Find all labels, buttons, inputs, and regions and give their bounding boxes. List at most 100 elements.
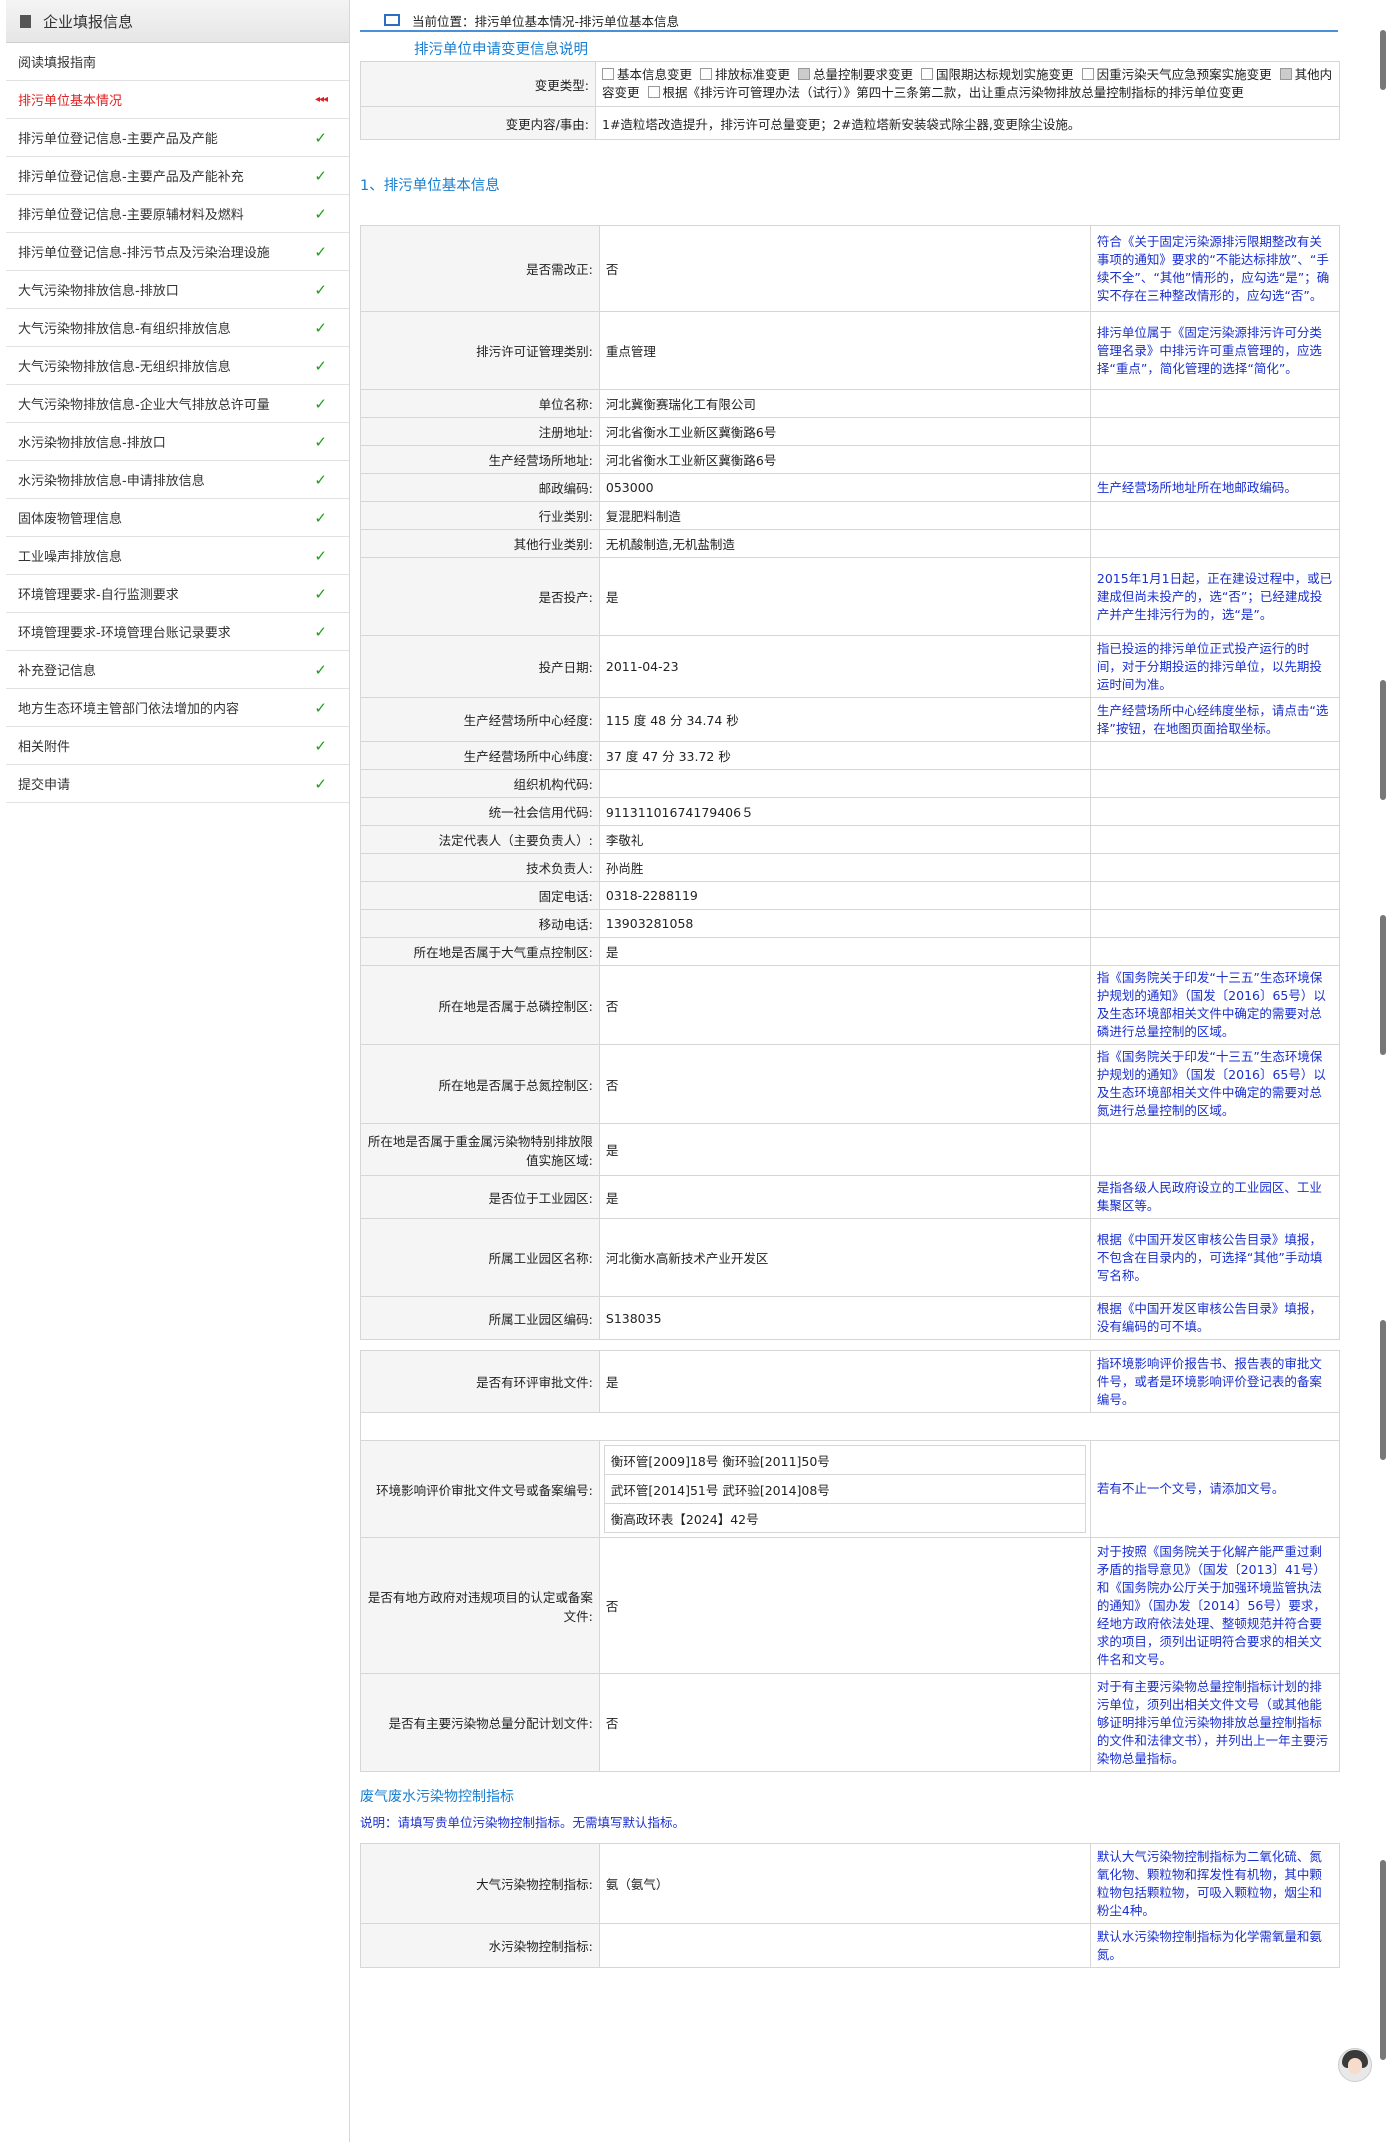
scrollbar-thumb[interactable]	[1380, 915, 1386, 1055]
air-control-value[interactable]: 氨（氨气）	[598, 1843, 1091, 1924]
scrollbar-thumb[interactable]	[1380, 680, 1386, 800]
sidebar-item[interactable]: 大气污染物排放信息-排放口 ✓	[6, 271, 349, 309]
field-value[interactable]: 是	[598, 557, 1091, 636]
field-value[interactable]: 孙尚胜	[598, 853, 1091, 882]
field-value[interactable]: 复混肥料制造	[598, 501, 1091, 530]
field-value[interactable]: 否	[598, 965, 1091, 1045]
field-value[interactable]: 2011-04-23	[598, 635, 1091, 698]
sidebar-item[interactable]: 水污染物排放信息-申请排放信息 ✓	[6, 461, 349, 499]
field-value[interactable]: 0318-2288119	[598, 881, 1091, 910]
change-type-option[interactable]: 排放标准变更	[700, 67, 790, 82]
info-row: 其他行业类别: 无机酸制造,无机盐制造	[360, 529, 1341, 558]
field-value[interactable]: 否	[598, 225, 1091, 312]
control-heading: 废气废水污染物控制指标	[360, 1789, 514, 1805]
sidebar-item[interactable]: 阅读填报指南	[6, 43, 349, 81]
change-type-option-label: 根据《排污许可管理办法（试行）》第四十三条第二款，出让重点污染物排放总量控制指标…	[662, 85, 1244, 100]
checkmark-icon: ✓	[314, 280, 327, 299]
sidebar-item[interactable]: 大气污染物排放信息-企业大气排放总许可量 ✓	[6, 385, 349, 423]
sidebar-item[interactable]: 工业噪声排放信息 ✓	[6, 537, 349, 575]
field-label: 所在地是否属于总氮控制区:	[360, 1044, 600, 1124]
checkbox[interactable]	[602, 68, 614, 80]
field-value[interactable]: S138035	[598, 1296, 1091, 1340]
info-row: 生产经营场所地址: 河北省衡水工业新区冀衡路6号	[360, 445, 1341, 474]
eia-doc-number[interactable]: 武环管[2014]51号 武环验[2014]08号	[603, 1474, 1086, 1504]
field-value[interactable]: 053000	[598, 473, 1091, 502]
change-type-option[interactable]: 因重污染天气应急预案实施变更	[1081, 67, 1272, 82]
field-value[interactable]: 李敬礼	[598, 825, 1091, 854]
sidebar-item-label: 地方生态环境主管部门依法增加的内容	[18, 702, 240, 717]
checkbox[interactable]	[647, 86, 660, 98]
field-note: 2015年1月1日起，正在建设过程中，或已建成但尚未投产的，选“否”；已经建成投…	[1089, 557, 1341, 636]
field-value[interactable]: 重点管理	[598, 311, 1091, 390]
field-label: 所属工业园区名称:	[360, 1218, 600, 1297]
total-plan-value[interactable]: 否	[598, 1673, 1091, 1772]
sidebar-item[interactable]: 排污单位登记信息-主要产品及产能 ✓	[6, 119, 349, 157]
eia-doc-number[interactable]: 衡环管[2009]18号 衡环验[2011]50号	[603, 1445, 1086, 1475]
field-value[interactable]: 无机酸制造,无机盐制造	[598, 529, 1091, 558]
checkbox[interactable]	[798, 68, 811, 80]
field-value[interactable]: 37 度 47 分 33.72 秒	[598, 741, 1091, 770]
checkmark-icon: ✓	[314, 698, 327, 717]
sidebar-item[interactable]: 相关附件 ✓	[6, 727, 349, 765]
sidebar-item[interactable]: 环境管理要求-自行监测要求 ✓	[6, 575, 349, 613]
sidebar-item[interactable]: 排污单位登记信息-主要产品及产能补充 ✓	[6, 157, 349, 195]
basic-info-table: 是否需改正: 否符合《关于固定污染源排污限期整改有关事项的通知》要求的“不能达标排…	[360, 225, 1341, 1340]
checkmark-icon: ✓	[314, 432, 327, 451]
field-note: 根据《中国开发区审核公告目录》填报，不包含在目录内的，可选择“其他”手动填写名称…	[1089, 1218, 1341, 1297]
sidebar-item-label: 排污单位登记信息-排污节点及污染治理设施	[18, 246, 270, 261]
field-note: 指已投运的排污单位正式投产运行的时间，对于分期投运的排污单位，以先期投运时间为准…	[1089, 635, 1341, 698]
scrollbar-thumb[interactable]	[1380, 1860, 1386, 2060]
control-note: 说明：请填写贵单位污染物控制指标。无需填写默认指标。	[360, 1815, 686, 1830]
field-value[interactable]: 河北省衡水工业新区冀衡路6号	[598, 445, 1091, 474]
info-row: 所在地是否属于大气重点控制区: 是	[360, 937, 1341, 966]
scrollbar-thumb[interactable]	[1380, 1320, 1386, 1460]
sidebar-item[interactable]: 水污染物排放信息-排放口 ✓	[6, 423, 349, 461]
change-type-option[interactable]: 总量控制要求变更	[798, 67, 913, 82]
sidebar-item[interactable]: 大气污染物排放信息-无组织排放信息 ✓	[6, 347, 349, 385]
checkbox[interactable]	[1279, 68, 1292, 80]
field-value[interactable]: 13903281058	[598, 909, 1091, 938]
change-type-option[interactable]: 根据《排污许可管理办法（试行）》第四十三条第二款，出让重点污染物排放总量控制指标…	[647, 85, 1244, 100]
field-value[interactable]: 是	[598, 1175, 1091, 1219]
sidebar-item[interactable]: 地方生态环境主管部门依法增加的内容 ✓	[6, 689, 349, 727]
sidebar-item[interactable]: 排污单位登记信息-主要原辅材料及燃料 ✓	[6, 195, 349, 233]
field-label: 其他行业类别:	[360, 529, 600, 558]
sidebar-item[interactable]: 排污单位登记信息-排污节点及污染治理设施 ✓	[6, 233, 349, 271]
field-note	[1089, 529, 1341, 558]
field-value[interactable]: 是	[598, 1123, 1091, 1176]
field-value[interactable]: 否	[598, 1044, 1091, 1124]
sidebar-item[interactable]: 排污单位基本情况 ◂◂◂	[6, 81, 349, 119]
breadcrumb-divider	[360, 30, 1338, 32]
sidebar-item[interactable]: 提交申请 ✓	[6, 765, 349, 803]
air-control-label: 大气污染物控制指标:	[360, 1843, 600, 1924]
local-approval-value[interactable]: 否	[598, 1537, 1091, 1674]
field-value[interactable]: 河北省衡水工业新区冀衡路6号	[598, 417, 1091, 446]
sidebar-item[interactable]: 补充登记信息 ✓	[6, 651, 349, 689]
eia-approval-value[interactable]: 是	[598, 1350, 1091, 1413]
sidebar-item[interactable]: 环境管理要求-环境管理台账记录要求 ✓	[6, 613, 349, 651]
field-note	[1089, 417, 1341, 446]
field-value[interactable]: 115 度 48 分 34.74 秒	[598, 697, 1091, 742]
water-control-value[interactable]	[598, 1923, 1091, 1968]
change-type-option[interactable]: 国限期达标规划实施变更	[921, 67, 1074, 82]
sidebar-item-label: 大气污染物排放信息-企业大气排放总许可量	[18, 398, 270, 413]
checkbox[interactable]	[1081, 68, 1094, 80]
sidebar-item[interactable]: 大气污染物排放信息-有组织排放信息 ✓	[6, 309, 349, 347]
sidebar-item[interactable]: 固体废物管理信息 ✓	[6, 499, 349, 537]
eia-doc-number[interactable]: 衡高政环表【2024】42号	[603, 1503, 1086, 1533]
scrollbar-thumb[interactable]	[1380, 30, 1386, 90]
change-type-option[interactable]: 基本信息变更	[602, 67, 692, 82]
field-value[interactable]	[598, 769, 1091, 798]
field-value[interactable]: 河北衡水高新技术产业开发区	[598, 1218, 1091, 1297]
assistant-avatar[interactable]	[1338, 2048, 1372, 2082]
field-label: 所在地是否属于总磷控制区:	[360, 965, 600, 1045]
field-value[interactable]: 91131101674179406５	[598, 797, 1091, 826]
field-note	[1089, 389, 1341, 418]
checkbox[interactable]	[700, 68, 713, 80]
sidebar-item-label: 补充登记信息	[18, 664, 97, 679]
field-value[interactable]: 河北冀衡赛瑞化工有限公司	[598, 389, 1091, 418]
eia-approval-note: 指环境影响评价报告书、报告表的审批文件号，或者是环境影响评价登记表的备案编号。	[1089, 1350, 1341, 1413]
field-value[interactable]: 是	[598, 937, 1091, 966]
field-note: 符合《关于固定污染源排污限期整改有关事项的通知》要求的“不能达标排放”、“手续不…	[1089, 225, 1341, 312]
checkbox[interactable]	[921, 68, 934, 80]
